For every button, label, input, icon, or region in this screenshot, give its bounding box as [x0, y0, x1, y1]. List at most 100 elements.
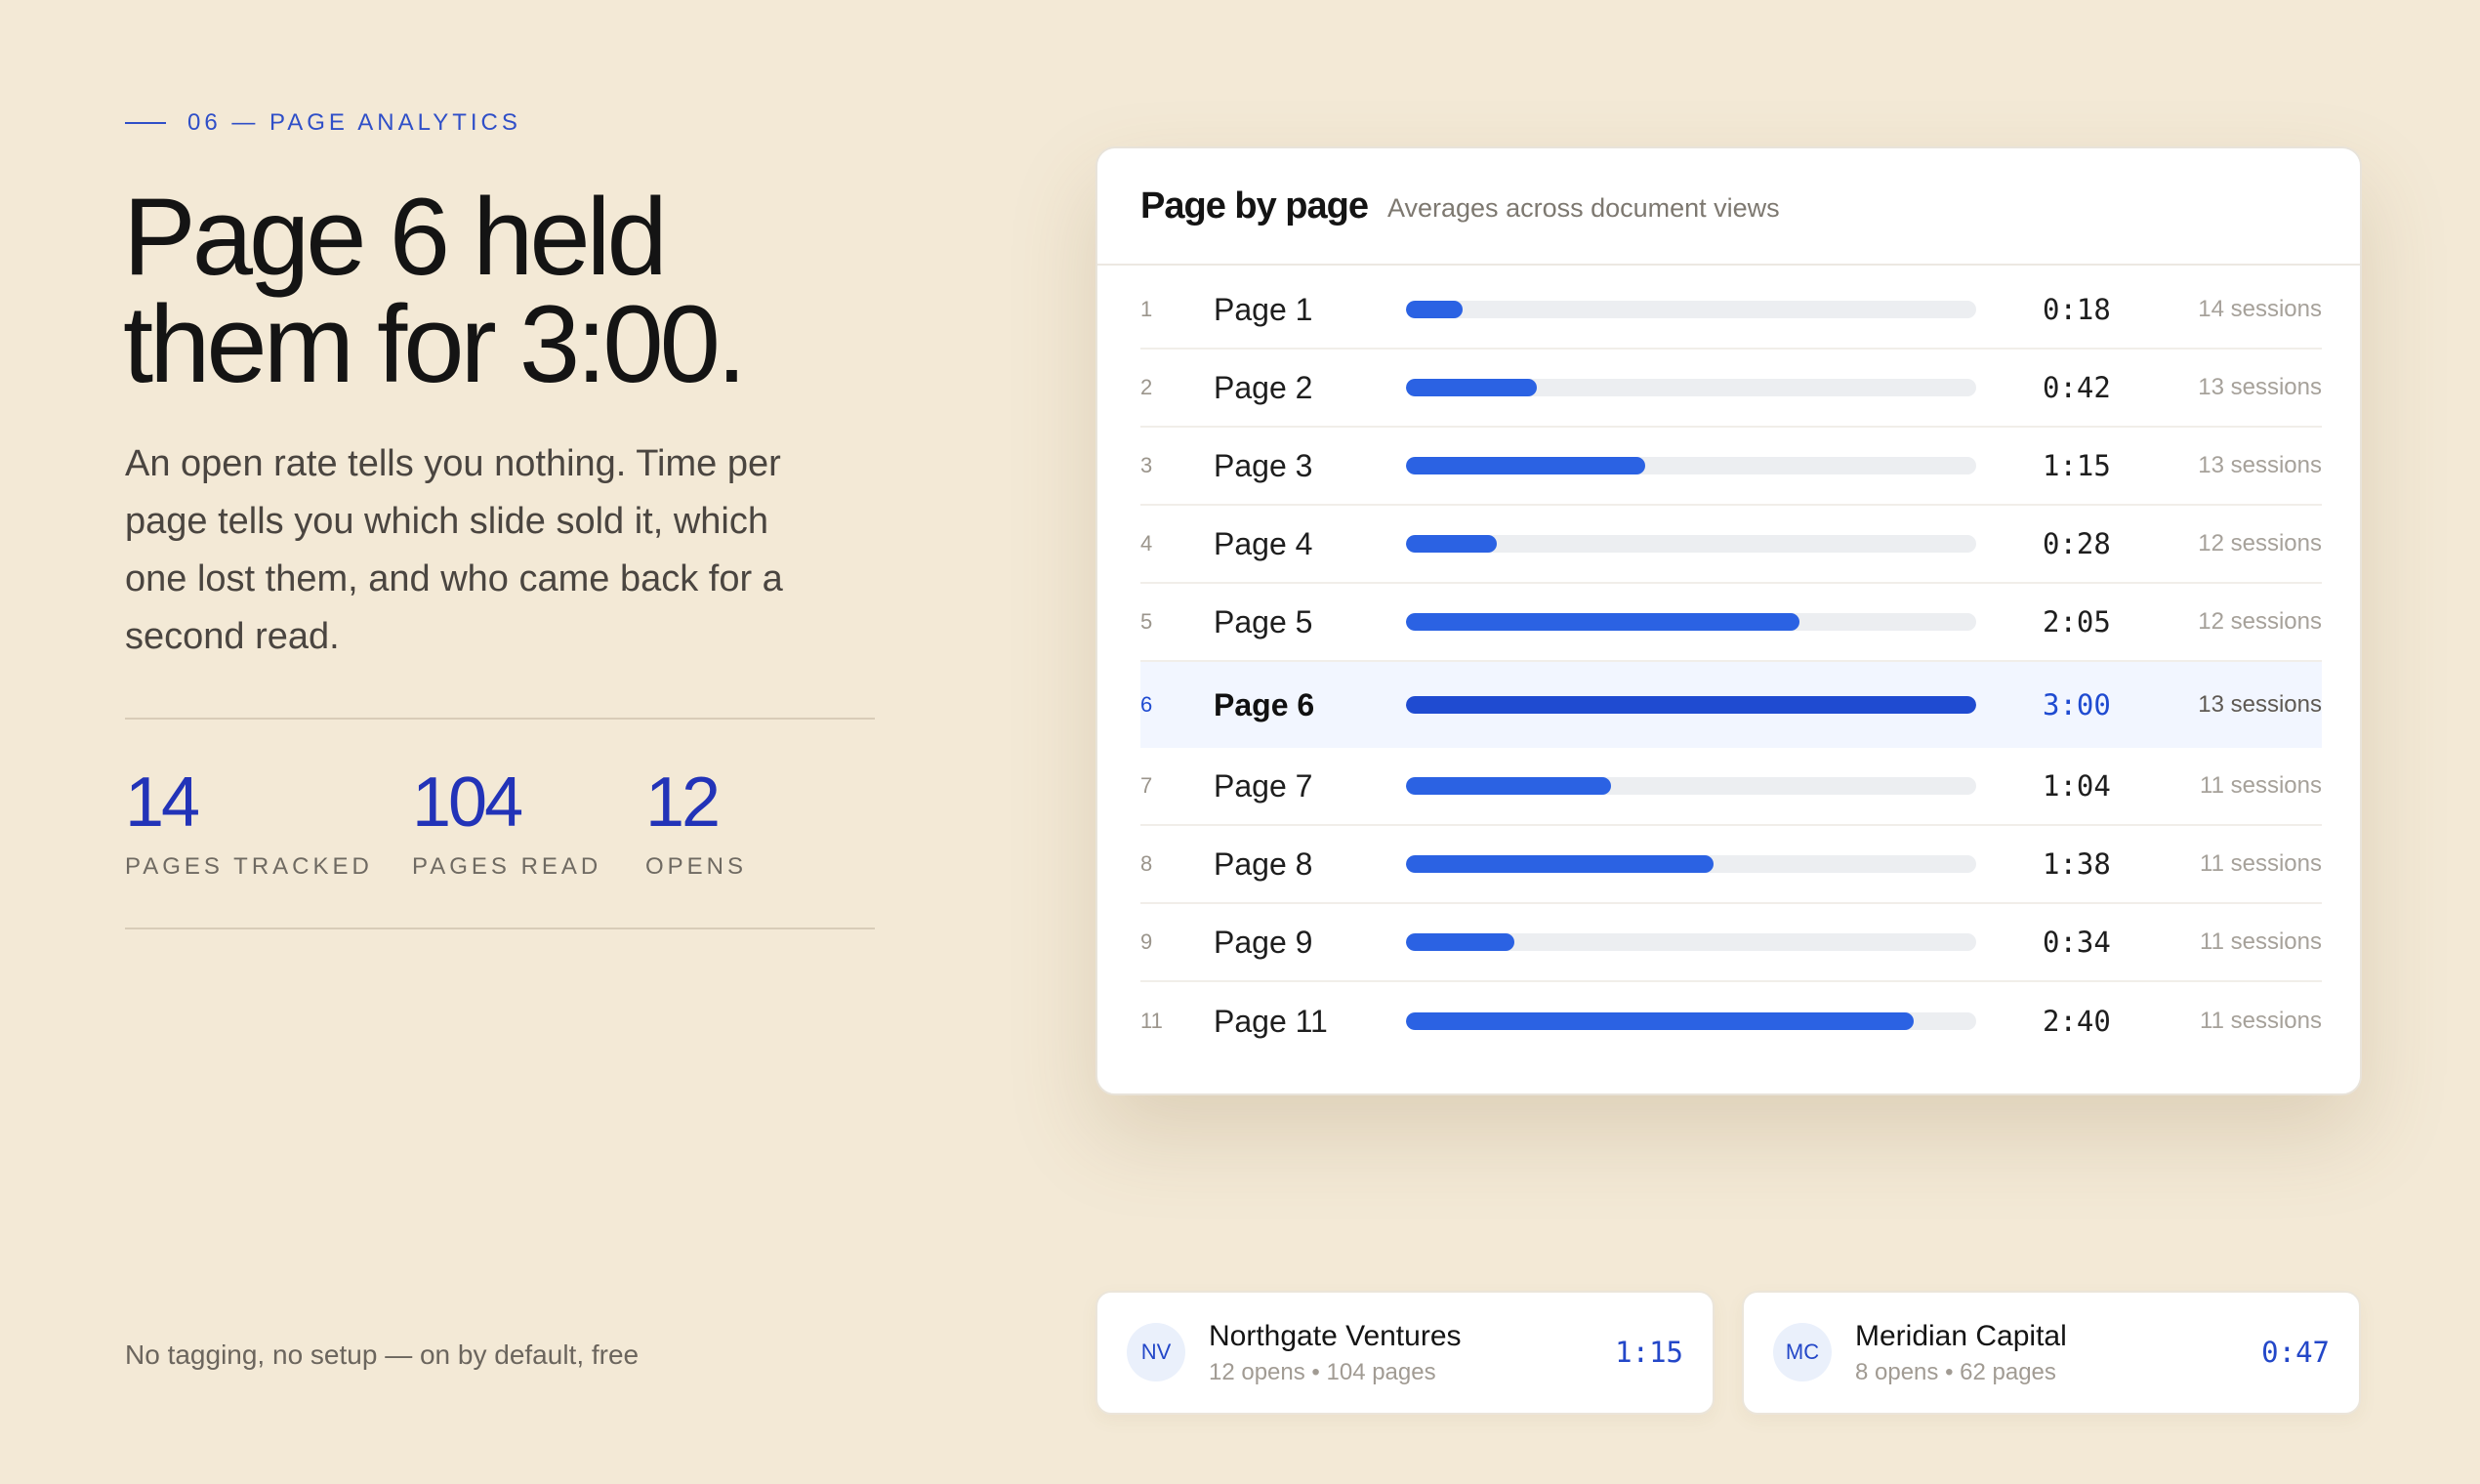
page-index: 11 — [1140, 1009, 1163, 1033]
avg-time: 1:15 — [2043, 449, 2111, 482]
investor-card-meridian[interactable]: MC Meridian Capital 8 opens • 62 pages 0… — [1742, 1291, 2361, 1415]
page-rows-list: 1 Page 1 0:18 14 sessions 2 Page 2 0:42 … — [1140, 271, 2322, 1060]
time-bar-fill — [1406, 855, 1715, 873]
time-bar-fill — [1406, 535, 1498, 553]
avg-time: 2:05 — [2043, 605, 2111, 639]
stat-opens: 12 OPENS — [645, 763, 747, 881]
session-count: 13 sessions — [2198, 374, 2322, 400]
session-count: 11 sessions — [2200, 850, 2322, 877]
session-count: 11 sessions — [2200, 772, 2322, 799]
session-count: 11 sessions — [2200, 1008, 2322, 1034]
investor-meta: 8 opens • 62 pages — [1855, 1359, 2056, 1385]
page-row-highlighted[interactable]: 6 Page 6 3:00 13 sessions — [1140, 662, 2322, 748]
page-index: 2 — [1140, 375, 1153, 399]
time-bar-fill — [1406, 613, 1799, 631]
time-bar-track — [1406, 457, 1976, 474]
page-name: Page 2 — [1214, 369, 1313, 405]
session-count: 13 sessions — [2198, 691, 2322, 718]
session-count: 11 sessions — [2200, 928, 2322, 955]
avg-time: 3:00 — [2043, 688, 2111, 721]
stats-divider-bottom — [125, 928, 875, 929]
investor-time: 1:15 — [1615, 1336, 1683, 1369]
page-row[interactable]: 5 Page 5 2:05 12 sessions — [1140, 584, 2322, 662]
page-row[interactable]: 3 Page 3 1:15 13 sessions — [1140, 428, 2322, 506]
footnote: No tagging, no setup — on by default, fr… — [125, 1340, 640, 1370]
page-index: 8 — [1140, 851, 1153, 876]
stat-value: 12 — [645, 763, 721, 842]
session-count: 12 sessions — [2198, 530, 2322, 556]
page-name: Page 1 — [1214, 291, 1313, 327]
avg-time: 0:18 — [2043, 293, 2111, 326]
time-bar-fill — [1406, 777, 1612, 795]
session-count: 14 sessions — [2198, 296, 2322, 322]
stats-divider-top — [125, 718, 875, 720]
avg-time: 1:38 — [2043, 847, 2111, 881]
page-row[interactable]: 4 Page 4 0:28 12 sessions — [1140, 506, 2322, 584]
time-bar-track — [1406, 696, 1976, 714]
avg-time: 0:42 — [2043, 371, 2111, 404]
page-name: Page 7 — [1214, 767, 1313, 804]
time-bar-track — [1406, 1012, 1976, 1030]
eyebrow-rule — [125, 122, 166, 124]
investor-time: 0:47 — [2261, 1336, 2330, 1369]
page-row[interactable]: 9 Page 9 0:34 11 sessions — [1140, 904, 2322, 982]
session-count: 13 sessions — [2198, 452, 2322, 478]
time-bar-fill — [1406, 933, 1514, 951]
page-row[interactable]: 11 Page 11 2:40 11 sessions — [1140, 982, 2322, 1060]
headline-line-1: Page 6 held — [123, 176, 668, 298]
page-name: Page 6 — [1214, 686, 1315, 722]
page-name: Page 3 — [1214, 447, 1313, 483]
stat-value: 104 — [412, 763, 523, 842]
page-name: Page 8 — [1214, 845, 1313, 882]
page-index: 3 — [1140, 453, 1153, 477]
time-bar-fill — [1406, 1012, 1914, 1030]
stat-label: PAGES READ — [412, 853, 602, 880]
page-analytics-slide: 06 — PAGE ANALYTICS Page 6 held them for… — [0, 0, 2480, 1484]
time-bar-fill — [1406, 696, 1976, 714]
page-name: Page 5 — [1214, 603, 1313, 639]
card-header: Page by page Averages across document vi… — [1097, 148, 2360, 266]
time-bar-fill — [1406, 457, 1646, 474]
page-name: Page 11 — [1214, 1003, 1328, 1039]
page-name: Page 4 — [1214, 525, 1313, 561]
headline: Page 6 held them for 3:00. — [123, 183, 1002, 399]
time-bar-fill — [1406, 301, 1464, 318]
stat-label: PAGES TRACKED — [125, 853, 373, 880]
investor-name: Northgate Ventures — [1209, 1320, 1462, 1352]
time-bar-track — [1406, 777, 1976, 795]
page-index: 6 — [1140, 692, 1153, 717]
page-row[interactable]: 8 Page 8 1:38 11 sessions — [1140, 826, 2322, 904]
body-copy: An open rate tells you nothing. Time per… — [125, 443, 783, 657]
time-bar-track — [1406, 535, 1976, 553]
eyebrow-text: 06 — PAGE ANALYTICS — [187, 109, 521, 136]
time-bar-track — [1406, 613, 1976, 631]
avatar: NV — [1127, 1323, 1185, 1381]
page-row[interactable]: 1 Page 1 0:18 14 sessions — [1140, 271, 2322, 350]
time-bar-track — [1406, 379, 1976, 396]
time-bar-track — [1406, 301, 1976, 318]
time-bar-fill — [1406, 379, 1538, 396]
stat-pages-tracked: 14 PAGES TRACKED — [125, 763, 373, 881]
page-row[interactable]: 2 Page 2 0:42 13 sessions — [1140, 350, 2322, 428]
page-name: Page 9 — [1214, 924, 1313, 960]
page-index: 4 — [1140, 531, 1153, 556]
investor-card-northgate[interactable]: NV Northgate Ventures 12 opens • 104 pag… — [1095, 1291, 1715, 1415]
headline-line-2: them for 3:00. — [123, 283, 747, 405]
stat-label: OPENS — [645, 853, 748, 880]
avatar: MC — [1773, 1323, 1832, 1381]
avg-time: 0:34 — [2043, 926, 2111, 959]
page-index: 5 — [1140, 609, 1153, 634]
stat-value: 14 — [125, 763, 200, 842]
time-bar-track — [1406, 933, 1976, 951]
page-index: 1 — [1140, 297, 1153, 321]
avg-time: 2:40 — [2043, 1005, 2111, 1038]
page-row[interactable]: 7 Page 7 1:04 11 sessions — [1140, 748, 2322, 826]
page-index: 9 — [1140, 929, 1153, 954]
avg-time: 1:04 — [2043, 769, 2111, 803]
investor-name: Meridian Capital — [1855, 1320, 2067, 1352]
avg-time: 0:28 — [2043, 527, 2111, 560]
investor-meta: 12 opens • 104 pages — [1209, 1359, 1436, 1385]
page-index: 7 — [1140, 773, 1153, 798]
page-by-page-card: Page by page Averages across document vi… — [1095, 146, 2362, 1095]
session-count: 12 sessions — [2198, 608, 2322, 635]
